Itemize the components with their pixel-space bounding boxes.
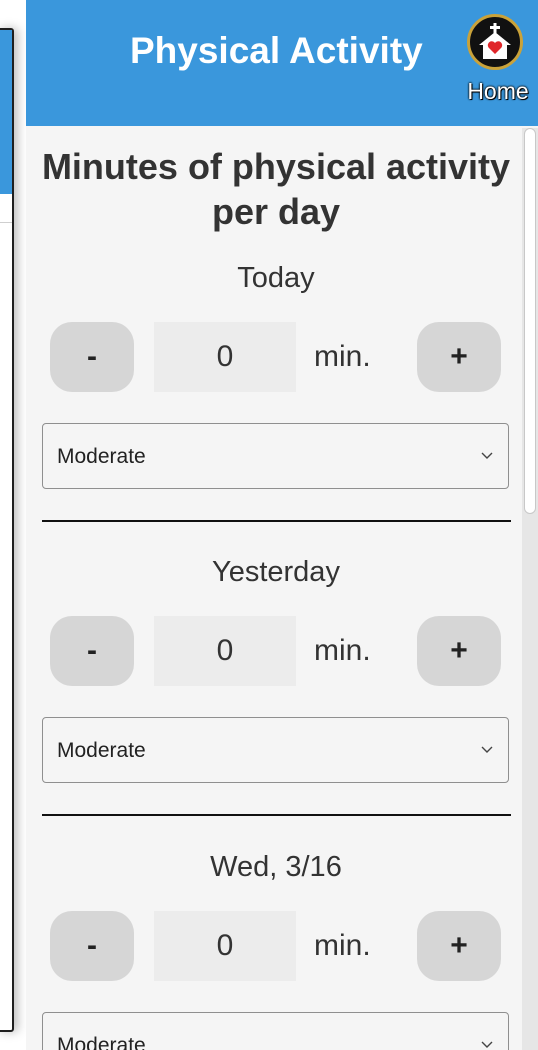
decrease-minutes-button[interactable]: - xyxy=(50,322,134,392)
increase-minutes-button[interactable]: + xyxy=(417,911,501,981)
home-icon xyxy=(467,14,523,70)
intensity-select-value: Moderate xyxy=(57,739,146,762)
section-title: Minutes of physical activity per day xyxy=(41,146,511,232)
home-label: Home xyxy=(467,78,529,104)
app-window: Physical Activity Home Minutes of physic… xyxy=(26,0,538,1050)
intensity-select[interactable]: Moderate xyxy=(42,717,509,783)
minutes-unit: min. xyxy=(314,340,371,373)
day-label: Wed, 3/16 xyxy=(210,851,342,883)
day-label: Yesterday xyxy=(212,556,340,588)
increase-minutes-button[interactable]: + xyxy=(417,616,501,686)
minutes-value[interactable]: 0 xyxy=(154,911,296,981)
page-header-title: Physical Activity xyxy=(130,30,423,71)
home-button[interactable]: Home xyxy=(460,14,536,106)
minutes-value[interactable]: 0 xyxy=(154,322,296,392)
minutes-value[interactable]: 0 xyxy=(154,616,296,686)
intensity-select-value: Moderate xyxy=(57,1034,146,1050)
intensity-select[interactable]: Moderate xyxy=(42,1012,509,1050)
chevron-down-icon xyxy=(481,746,493,753)
chevron-down-icon xyxy=(481,1041,493,1048)
background-panel-header xyxy=(0,30,12,194)
chevron-down-icon xyxy=(481,452,493,459)
header-bar: Physical Activity Home xyxy=(26,0,538,126)
day-label: Today xyxy=(237,262,315,294)
intensity-select-value: Moderate xyxy=(57,445,146,468)
minutes-unit: min. xyxy=(314,929,371,962)
background-panel-divider xyxy=(0,222,12,223)
section-divider xyxy=(42,520,511,522)
section-divider xyxy=(42,814,511,816)
intensity-select[interactable]: Moderate xyxy=(42,423,509,489)
minutes-unit: min. xyxy=(314,634,371,667)
decrease-minutes-button[interactable]: - xyxy=(50,616,134,686)
decrease-minutes-button[interactable]: - xyxy=(50,911,134,981)
increase-minutes-button[interactable]: + xyxy=(417,322,501,392)
background-panel xyxy=(0,28,14,1032)
